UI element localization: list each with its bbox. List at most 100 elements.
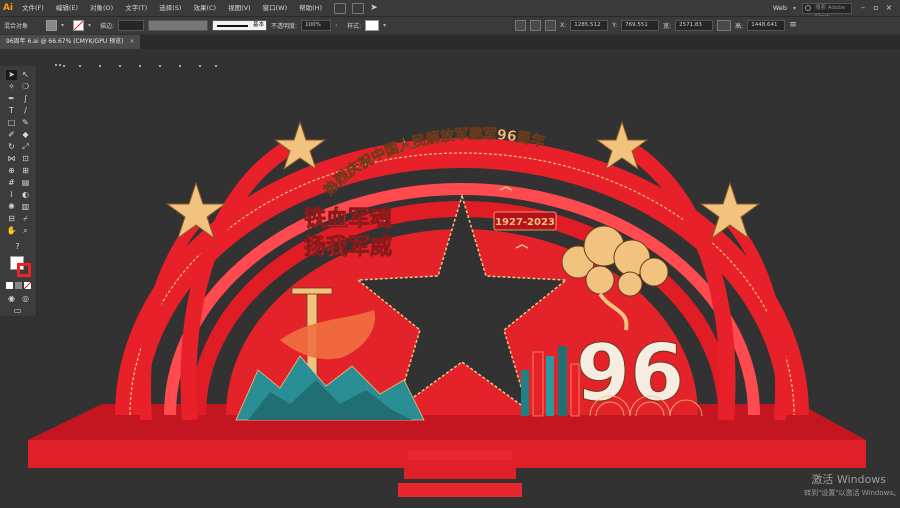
slogan-line-1: 铁血军魂 — [304, 206, 392, 232]
close-icon[interactable]: × — [884, 3, 894, 13]
send-icon[interactable]: ➤ — [370, 3, 382, 14]
rectangle-tool-icon[interactable]: □ — [6, 118, 17, 128]
stroke-weight-input[interactable] — [118, 20, 145, 31]
rotate-tool-icon[interactable]: ↻ — [6, 142, 17, 152]
activation-watermark-title: 激活 Windows — [811, 473, 886, 486]
draw-normal-icon[interactable]: ◉ — [6, 294, 17, 304]
illustrator-logo: Ai — [0, 0, 16, 16]
height-label: 高: — [735, 23, 744, 30]
menu-view[interactable]: 视图(V) — [222, 0, 257, 16]
slice-tool-icon[interactable]: ⌿ — [20, 214, 31, 224]
shape-builder-tool-icon[interactable]: ⊕ — [6, 166, 17, 176]
style-label: 样式: — [347, 23, 362, 30]
selection-type-label: 混合对象 — [4, 23, 29, 30]
none-mode-icon[interactable] — [24, 282, 31, 289]
line-tool-icon[interactable]: / — [20, 106, 31, 116]
workspace-switcher[interactable]: Web — [773, 4, 787, 12]
scale-tool-icon[interactable]: ⤢ — [20, 142, 31, 152]
screen-mode-icon[interactable]: ▭ — [12, 306, 23, 316]
chevron-down-icon[interactable]: ▾ — [88, 20, 96, 31]
menu-window[interactable]: 窗口(W) — [257, 0, 294, 16]
minimize-icon[interactable]: – — [858, 3, 868, 13]
stair-step — [408, 450, 512, 460]
shaper-tool-icon[interactable]: ✐ — [6, 130, 17, 140]
gradient-mode-icon[interactable] — [15, 282, 22, 289]
stroke-color-swatch[interactable] — [17, 263, 31, 277]
chevron-down-icon[interactable]: ▾ — [383, 20, 391, 31]
height-input[interactable]: 1448.641 — [747, 20, 786, 31]
bridge-icon[interactable] — [334, 2, 347, 14]
building — [558, 346, 567, 416]
stroke-label: 描边: — [100, 23, 115, 30]
recolor-artwork-icon[interactable] — [515, 20, 527, 31]
variable-width-profile[interactable] — [148, 20, 209, 31]
perspective-tool-icon[interactable]: ⊞ — [20, 166, 31, 176]
selection-anchors — [55, 64, 217, 67]
mesh-tool-icon[interactable]: # — [6, 178, 17, 188]
eraser-tool-icon[interactable]: ◆ — [20, 130, 31, 140]
menu-file[interactable]: 文件(F) — [16, 0, 50, 16]
align-icon[interactable] — [530, 20, 542, 31]
tools-panel: ➤ ↖ ✧ ❍ ✒ ∫ T / □ ✎ ✐ ◆ ↻ ⤢ ⋈ ⊡ ⊕ ⊞ # ▤ … — [0, 66, 37, 316]
chevron-right-icon[interactable]: › — [335, 20, 343, 31]
width-label: 宽: — [663, 23, 672, 30]
type-tool-icon[interactable]: T — [6, 106, 17, 116]
chevron-down-icon[interactable]: ▾ — [61, 20, 69, 31]
lasso-tool-icon[interactable]: ❍ — [20, 82, 31, 92]
artboard-canvas[interactable]: 热烈庆祝中国人民解放军建军96周年 铁血军魂 扬我军威 1927-2023 96 — [0, 49, 900, 508]
fill-swatch[interactable] — [46, 20, 58, 31]
stair-step — [398, 483, 522, 497]
transform-icon[interactable] — [545, 20, 557, 31]
stair-step — [404, 465, 516, 479]
menu-edit[interactable]: 编辑(E) — [50, 0, 84, 16]
search-icon — [805, 4, 811, 11]
building — [521, 370, 529, 416]
selection-tool-icon[interactable]: ➤ — [6, 70, 17, 80]
width-input[interactable]: 2571.83 — [675, 20, 714, 31]
menu-type[interactable]: 文字(T) — [119, 0, 153, 16]
draw-behind-icon[interactable]: ◎ — [20, 294, 31, 304]
building — [546, 356, 554, 416]
menu-select[interactable]: 选择(S) — [153, 0, 187, 16]
chevron-down-icon[interactable]: ▾ — [793, 5, 796, 12]
blend-tool-icon[interactable]: ◐ — [20, 190, 31, 200]
symbol-sprayer-tool-icon[interactable]: ✺ — [6, 202, 17, 212]
document-tab[interactable]: 96周年 6.ai @ 66.67% (CMYK/GPU 预览) × — [0, 35, 141, 49]
eyedropper-tool-icon[interactable]: ⌇ — [6, 190, 17, 200]
graph-tool-icon[interactable]: ▥ — [20, 202, 31, 212]
pen-tool-icon[interactable]: ✒ — [6, 94, 17, 104]
hand-tool-icon[interactable]: ✋ — [6, 226, 17, 236]
zoom-tool-icon[interactable]: ⌕ — [20, 226, 31, 236]
y-label: Y: — [612, 22, 618, 29]
menu-help[interactable]: 帮助(H) — [293, 0, 328, 16]
question-icon[interactable]: ? — [12, 242, 23, 252]
stroke-swatch[interactable] — [73, 20, 85, 31]
x-position-input[interactable]: 1285.512 — [570, 20, 609, 31]
menu-effect[interactable]: 效果(C) — [187, 0, 222, 16]
maximize-icon[interactable]: ▫ — [871, 3, 881, 13]
y-position-input[interactable]: 769.551 — [621, 20, 660, 31]
gradient-tool-icon[interactable]: ▤ — [20, 178, 31, 188]
stroke-profile-label: 基本 — [253, 22, 265, 28]
x-label: X: — [560, 22, 567, 29]
opacity-input[interactable]: 100% — [301, 20, 332, 31]
close-icon[interactable]: × — [129, 35, 134, 49]
free-transform-tool-icon[interactable]: ⊡ — [20, 154, 31, 164]
artboard-tool-icon[interactable]: ⊟ — [6, 214, 17, 224]
menu-bar: Ai 文件(F) 编辑(E) 对象(O) 文字(T) 选择(S) 效果(C) 视… — [0, 0, 900, 20]
building — [532, 351, 544, 417]
width-tool-icon[interactable]: ⋈ — [6, 154, 17, 164]
brush-definition-dropdown[interactable]: 基本 — [212, 20, 268, 31]
graphic-style-swatch[interactable] — [365, 20, 380, 31]
magic-wand-tool-icon[interactable]: ✧ — [6, 82, 17, 92]
menu-object[interactable]: 对象(O) — [84, 0, 119, 16]
stock-search-input[interactable]: 搜索 Adobe Stock — [802, 2, 852, 20]
arrange-documents-icon[interactable] — [352, 2, 365, 14]
color-mode-icon[interactable] — [6, 282, 13, 289]
paintbrush-tool-icon[interactable]: ✎ — [20, 118, 31, 128]
document-tab-bar: 96周年 6.ai @ 66.67% (CMYK/GPU 预览) × — [0, 35, 900, 49]
curvature-tool-icon[interactable]: ∫ — [20, 94, 31, 104]
link-proportions-icon[interactable] — [717, 20, 732, 31]
direct-selection-tool-icon[interactable]: ↖ — [20, 70, 31, 80]
menu-icon[interactable]: ≡ — [789, 20, 800, 31]
